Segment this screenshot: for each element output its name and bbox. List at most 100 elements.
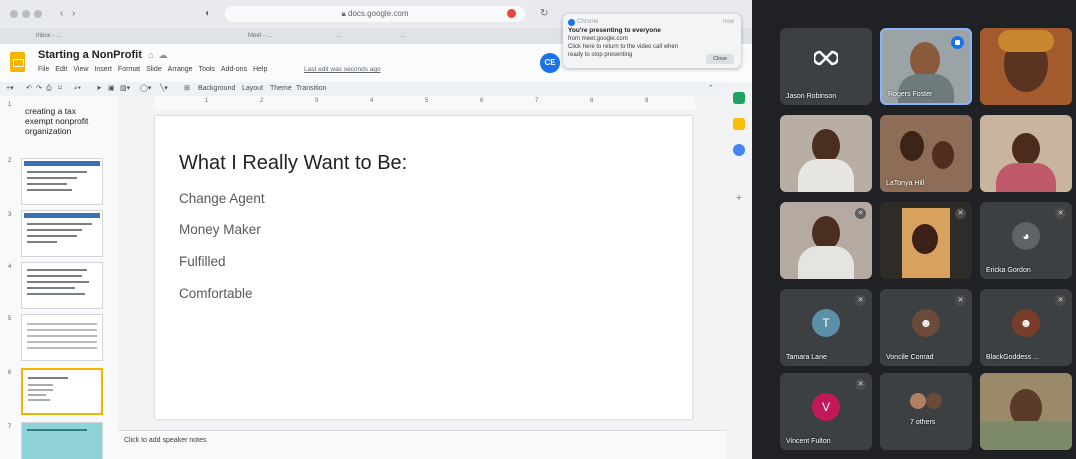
thumb-text-line xyxy=(28,394,46,396)
shape-icon[interactable]: ◯▾ xyxy=(140,83,151,95)
presenting-notification[interactable]: Chrome now You're presenting to everyone… xyxy=(563,14,741,68)
participant-name: Voncile Conrad xyxy=(886,354,934,361)
muted-mic-icon: ✕ xyxy=(955,295,966,306)
slide-bullet[interactable]: Fulfilled xyxy=(179,254,226,269)
undo-icon[interactable]: ↶ xyxy=(26,83,32,95)
slide-6-thumbnail-selected[interactable] xyxy=(21,368,103,415)
participant-avatar: T xyxy=(812,309,840,337)
window-close-button[interactable] xyxy=(10,10,18,18)
toolbar-theme[interactable]: Theme xyxy=(270,83,292,95)
notification-app: Chrome xyxy=(577,19,599,25)
slide-number: 7 xyxy=(8,424,12,430)
participant-avatar: ☻ xyxy=(912,309,940,337)
speaker-notes[interactable]: Click to add speaker notes xyxy=(118,430,734,459)
menu-view[interactable]: View xyxy=(73,66,88,78)
slide-3-thumbnail[interactable] xyxy=(21,210,103,257)
reload-icon[interactable]: ↻ xyxy=(540,7,548,21)
participant-tile[interactable]: T ✕ Tamara Lane xyxy=(780,289,872,366)
toolbar-layout[interactable]: Layout xyxy=(242,83,263,95)
participant-tile[interactable] xyxy=(980,28,1072,105)
thumb-text-line xyxy=(27,183,67,185)
current-slide[interactable]: What I Really Want to Be: Change Agent M… xyxy=(155,116,692,419)
toolbar-transition[interactable]: Transition xyxy=(296,83,326,95)
menu-file[interactable]: File xyxy=(38,66,49,78)
participant-tile[interactable]: Jason Robinson xyxy=(780,28,872,105)
ruler-tick: 4 xyxy=(370,98,374,104)
sheets-icon[interactable] xyxy=(733,92,745,104)
slide-2-thumbnail[interactable] xyxy=(21,158,103,205)
collapse-toolbar-icon[interactable]: ⌃ xyxy=(708,83,714,95)
slide-bullet[interactable]: Change Agent xyxy=(179,191,265,206)
star-icon[interactable]: ☆ xyxy=(135,50,148,60)
slide-1-thumbnail[interactable]: creating a tax exempt nonprofit organiza… xyxy=(25,106,95,136)
screen: ‹ › ◐ 🔒︎ docs.google.com ↻ Inbox - … Mee… xyxy=(0,0,1076,459)
document-title[interactable]: Starting a NonProfit xyxy=(38,49,142,61)
slide-4-thumbnail[interactable] xyxy=(21,262,103,309)
line-icon[interactable]: ╲▾ xyxy=(160,83,168,95)
forward-arrow-icon[interactable]: › xyxy=(72,7,75,21)
menu-insert[interactable]: Insert xyxy=(94,66,112,78)
participant-tile[interactable]: ☻ ✕ BlackGoddess ... xyxy=(980,289,1072,366)
participant-tile[interactable]: ☻ ✕ Voncile Conrad xyxy=(880,289,972,366)
browser-tab[interactable]: Inbox - … xyxy=(36,30,146,42)
redo-icon[interactable]: ↷ xyxy=(36,83,42,95)
window-minimize-button[interactable] xyxy=(22,10,30,18)
participant-tile[interactable]: LaTonya Hill xyxy=(880,115,972,192)
menu-slide[interactable]: Slide xyxy=(146,66,162,78)
back-arrow-icon[interactable]: ‹ xyxy=(60,7,63,21)
menu-tools[interactable]: Tools xyxy=(199,66,215,78)
zoom-icon[interactable]: ⌕▾ xyxy=(74,83,81,95)
comment-icon[interactable]: ⊞ xyxy=(184,83,190,95)
participant-tile[interactable]: ✕ xyxy=(780,202,872,279)
others-tile[interactable]: 7 others xyxy=(880,373,972,450)
browser-tab[interactable]: … xyxy=(400,30,550,42)
slides-logo-icon[interactable] xyxy=(10,52,25,72)
menu-help[interactable]: Help xyxy=(253,66,267,78)
thumb-text-line xyxy=(28,377,68,379)
slide-bullet[interactable]: Comfortable xyxy=(179,286,253,301)
menu-edit[interactable]: Edit xyxy=(55,66,67,78)
participant-avatar: ◕ xyxy=(1012,222,1040,250)
participant-name: BlackGoddess ... xyxy=(986,354,1039,361)
speaking-indicator-icon xyxy=(951,36,964,49)
browser-tab[interactable]: … xyxy=(336,30,366,42)
address-bar[interactable]: 🔒︎ docs.google.com xyxy=(225,6,525,22)
participant-tile[interactable] xyxy=(980,373,1072,450)
menu-add-ons[interactable]: Add-ons xyxy=(221,66,247,78)
shield-icon[interactable]: ◐ xyxy=(205,7,211,21)
select-tool-icon[interactable]: ➤ xyxy=(96,83,102,95)
participant-tile[interactable] xyxy=(780,115,872,192)
keep-icon[interactable] xyxy=(733,118,745,130)
print-icon[interactable]: ⎙ xyxy=(46,83,52,95)
last-edit-link[interactable]: Last edit was seconds ago xyxy=(304,66,381,73)
browser-tab[interactable]: Meet - … xyxy=(248,30,328,42)
presenting-badge[interactable]: CE xyxy=(540,53,560,73)
text-box-icon[interactable]: ▣ xyxy=(108,83,115,95)
menu-arrange[interactable]: Arrange xyxy=(168,66,193,78)
muted-mic-icon: ✕ xyxy=(855,295,866,306)
new-slide-icon[interactable]: +▾ xyxy=(6,83,14,95)
toolbar-background[interactable]: Background xyxy=(198,83,235,95)
move-to-folder-icon[interactable]: ⌂ xyxy=(148,50,158,60)
participant-tile-speaking[interactable]: Rogers Foster xyxy=(880,28,972,105)
participant-tile[interactable]: V ✕ Vincent Fulton xyxy=(780,373,872,450)
slide-number: 3 xyxy=(8,212,12,218)
participant-video xyxy=(910,42,940,78)
slide-title[interactable]: What I Really Want to Be: xyxy=(179,152,407,175)
participant-tile[interactable]: ◕ ✕ Ericka Gordon xyxy=(980,202,1072,279)
participant-video xyxy=(812,129,840,163)
slide-bullet[interactable]: Money Maker xyxy=(179,222,261,237)
image-icon[interactable]: ▨▾ xyxy=(120,83,130,95)
slide-7-thumbnail[interactable] xyxy=(21,422,103,459)
paint-format-icon[interactable]: ⌑ xyxy=(58,83,62,95)
thumb-text-line xyxy=(27,287,75,289)
menu-format[interactable]: Format xyxy=(118,66,140,78)
thumb-text-line xyxy=(27,189,72,191)
notification-close-button[interactable]: Close xyxy=(706,54,734,64)
participant-tile[interactable]: ✕ xyxy=(880,202,972,279)
slide-5-thumbnail[interactable] xyxy=(21,314,103,361)
participant-tile[interactable] xyxy=(980,115,1072,192)
window-zoom-button[interactable] xyxy=(34,10,42,18)
add-on-plus-icon[interactable]: + xyxy=(733,192,745,204)
tasks-icon[interactable] xyxy=(733,144,745,156)
